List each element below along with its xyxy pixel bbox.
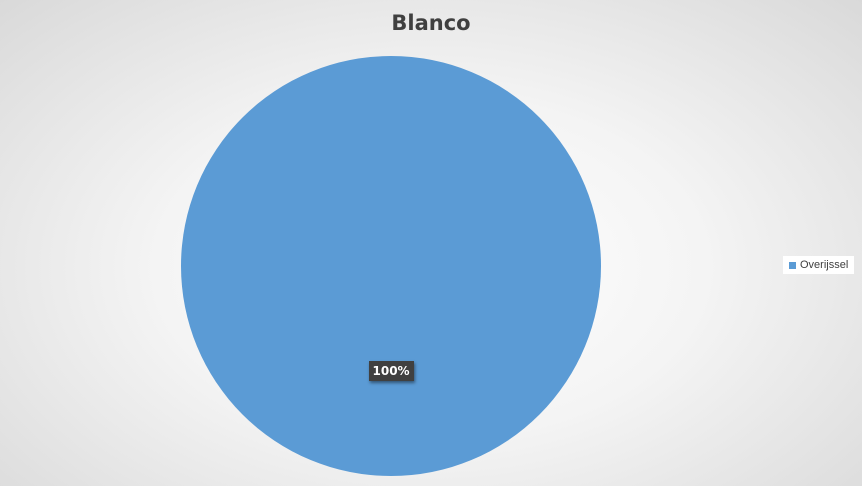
chart-area: Blanco 100% Overijssel	[0, 0, 862, 486]
legend-entry-overijssel: Overijssel	[800, 259, 849, 271]
pie-plot	[181, 56, 601, 476]
legend-swatch	[789, 261, 796, 269]
pie-slices	[181, 56, 601, 476]
legend: Overijssel	[783, 256, 855, 274]
pie-slice-overijssel	[181, 56, 601, 476]
data-label-overijssel: 100%	[368, 361, 414, 381]
